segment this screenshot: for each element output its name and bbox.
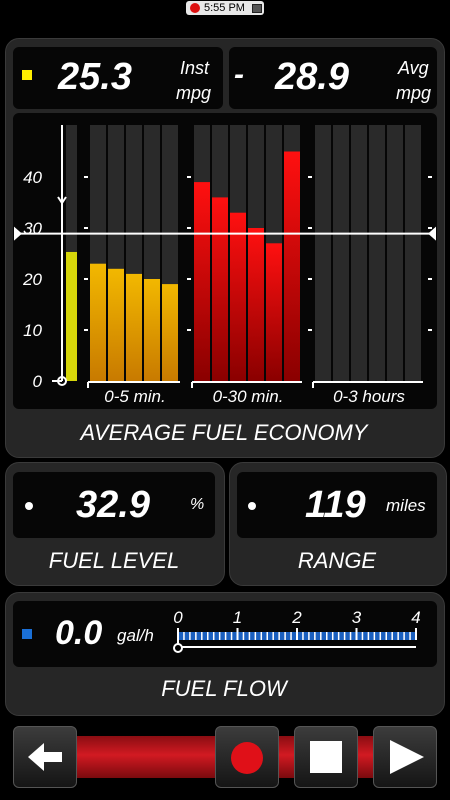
range-value: 119: [305, 484, 366, 526]
y-tick-label: 30: [23, 219, 42, 238]
stop-button[interactable]: [294, 726, 358, 788]
y-tick-label: 0: [33, 372, 43, 391]
bar: [248, 228, 264, 381]
flow-scale-label: 2: [291, 608, 302, 627]
reference-left-marker-icon: [14, 226, 22, 241]
bar: [90, 263, 106, 381]
fuel-flow-label: FUEL FLOW: [161, 676, 287, 701]
range-dot-icon: [248, 502, 256, 510]
bar-track: [369, 125, 385, 381]
range-label: RANGE: [297, 548, 377, 573]
bar: [108, 268, 124, 381]
arrow-left-icon: [28, 743, 62, 771]
flow-scale-label: 1: [233, 608, 242, 627]
current-bar: [66, 251, 77, 381]
fuel-level-value: 32.9: [76, 484, 150, 526]
bar: [284, 151, 300, 381]
y-tick-label: 10: [23, 321, 42, 340]
flow-level-marker-icon: [173, 643, 183, 653]
y-tick-label: 20: [22, 270, 42, 289]
bar: [230, 212, 246, 381]
group-label: 0-3 hours: [333, 387, 405, 406]
fuel-level-label: FUEL LEVEL: [48, 548, 180, 573]
group-label: 0-5 min.: [104, 387, 165, 406]
flow-scale-label: 4: [411, 608, 420, 627]
bar-track: [351, 125, 367, 381]
bar: [212, 197, 228, 381]
range-unit: miles: [386, 496, 426, 515]
fuel-level-unit: %: [190, 496, 205, 513]
bar: [194, 182, 210, 381]
flow-scale-label: 0: [173, 608, 183, 627]
bar: [266, 243, 282, 381]
flow-scale-label: 3: [352, 608, 362, 627]
fuel-level-dot-icon: [25, 502, 33, 510]
stop-icon: [310, 741, 342, 773]
back-button[interactable]: [13, 726, 77, 788]
bar-track: [405, 125, 421, 381]
economy-chart: 0 10 20 30 40 0-5 min. 0-30 min. 0-3 hours: [14, 125, 436, 406]
y-tick-label: 40: [23, 168, 42, 187]
record-icon: [231, 742, 263, 774]
bar-track: [315, 125, 331, 381]
record-button[interactable]: [215, 726, 279, 788]
bar: [144, 279, 160, 381]
bar-track: [387, 125, 403, 381]
bar: [162, 284, 178, 381]
play-icon: [390, 740, 424, 774]
bar: [126, 273, 142, 381]
chart-title: AVERAGE FUEL ECONOMY: [80, 420, 368, 445]
group-label: 0-30 min.: [213, 387, 284, 406]
play-button[interactable]: [373, 726, 437, 788]
bar-track: [333, 125, 349, 381]
fuel-flow-scale: 0 1 2 3 4: [173, 608, 421, 653]
